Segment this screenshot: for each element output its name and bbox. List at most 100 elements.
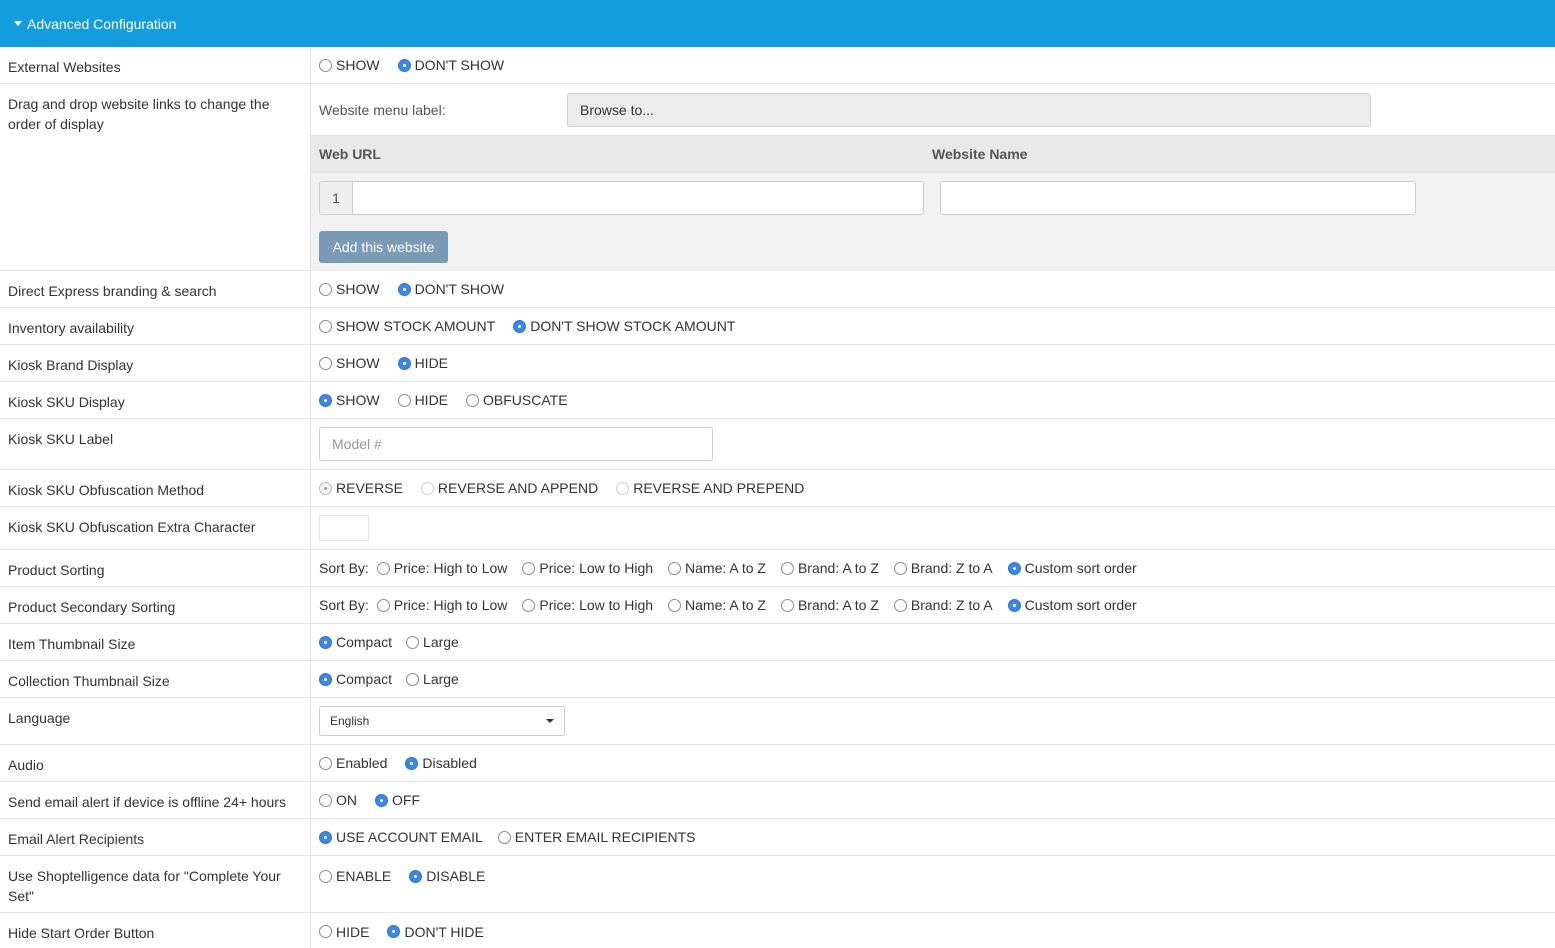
shoptelligence-enable[interactable]: ENABLE [319, 866, 391, 886]
sort-brand-a-z[interactable]: Brand: A to Z [780, 558, 879, 578]
offline-alert-off[interactable]: OFF [375, 790, 420, 810]
collection-thumb-compact[interactable]: Compact [319, 669, 392, 689]
sort-custom[interactable]: Custom sort order [1007, 558, 1137, 578]
row-label: Use Shoptelligence data for "Complete Yo… [0, 856, 311, 912]
option-label: Disabled [422, 755, 477, 771]
inventory-dont-show-stock[interactable]: DON'T SHOW STOCK AMOUNT [513, 316, 735, 336]
radio-icon [397, 282, 411, 296]
option-label: USE ACCOUNT EMAIL [336, 829, 483, 845]
radio-icon [319, 869, 332, 883]
option-label: REVERSE AND PREPEND [633, 480, 805, 496]
extra-character-input[interactable] [319, 515, 369, 541]
radio-icon [319, 793, 332, 807]
option-label: DISABLE [426, 868, 486, 884]
kiosk-sku-hide[interactable]: HIDE [397, 390, 448, 410]
collection-thumb-large[interactable]: Large [406, 669, 459, 689]
row-label: Kiosk SKU Obfuscation Extra Character [0, 507, 311, 549]
option-label: Price: Low to High [539, 597, 654, 613]
radio-icon [387, 925, 401, 938]
option-label: Large [423, 634, 459, 650]
row-label: Product Sorting [0, 550, 311, 586]
add-website-button[interactable]: Add this website [319, 231, 448, 263]
option-label: REVERSE [336, 480, 403, 496]
radio-icon [319, 481, 332, 495]
website-menu-label: Website menu label: [319, 101, 446, 118]
row-label: Send email alert if device is offline 24… [0, 782, 311, 818]
method-reverse[interactable]: REVERSE [319, 478, 403, 498]
row-product-secondary-sorting: Product Secondary Sorting Sort By: Price… [0, 587, 1555, 624]
radio-icon [319, 672, 332, 686]
radio-icon [319, 925, 332, 938]
sort-name-a-z[interactable]: Name: A to Z [668, 558, 766, 578]
option-label: Brand: A to Z [797, 597, 879, 613]
sort-price-low-high[interactable]: Price: Low to High [522, 558, 653, 578]
item-thumb-compact[interactable]: Compact [319, 632, 392, 652]
option-label: Price: Low to High [539, 560, 654, 576]
option-label: Compact [336, 634, 393, 650]
audio-disabled[interactable]: Disabled [405, 753, 477, 773]
external-websites-show[interactable]: SHOW [319, 55, 380, 75]
radio-icon [319, 58, 332, 72]
radio-icon [420, 481, 434, 495]
inventory-show-stock[interactable]: SHOW STOCK AMOUNT [319, 316, 495, 336]
browse-input[interactable]: Browse to... [567, 92, 1371, 127]
radio-icon [397, 58, 411, 72]
sort-price-high-low[interactable]: Price: High to Low [376, 558, 507, 578]
radio-icon [513, 319, 527, 333]
shoptelligence-disable[interactable]: DISABLE [409, 866, 485, 886]
use-account-email[interactable]: USE ACCOUNT EMAIL [319, 827, 483, 847]
row-kiosk-sku-display: Kiosk SKU Display SHOW HIDE OBFUSCATE [0, 382, 1555, 419]
radio-icon [319, 756, 332, 770]
option-label: Enabled [336, 755, 388, 771]
kiosk-sku-obfuscate[interactable]: OBFUSCATE [466, 390, 568, 410]
kiosk-brand-show[interactable]: SHOW [319, 353, 380, 373]
option-label: Brand: A to Z [797, 560, 879, 576]
option-label: SHOW [336, 281, 380, 297]
option-label: ON [336, 792, 357, 808]
radio-icon [780, 598, 794, 612]
row-email-recipients: Email Alert Recipients USE ACCOUNT EMAIL… [0, 819, 1555, 856]
method-reverse-append[interactable]: REVERSE AND APPEND [420, 478, 598, 498]
radio-icon [319, 282, 332, 296]
sku-label-input[interactable]: Model # [319, 427, 713, 461]
language-select[interactable]: English [319, 706, 565, 736]
item-thumb-large[interactable]: Large [406, 632, 459, 652]
option-label: DON'T HIDE [404, 923, 484, 940]
audio-enabled[interactable]: Enabled [319, 753, 387, 773]
sort2-brand-z-a[interactable]: Brand: Z to A [893, 595, 993, 615]
row-label: Kiosk SKU Obfuscation Method [0, 470, 311, 506]
method-reverse-prepend[interactable]: REVERSE AND PREPEND [616, 478, 804, 498]
kiosk-brand-hide[interactable]: HIDE [397, 353, 448, 373]
direct-express-dont-show[interactable]: DON'T SHOW [397, 279, 504, 299]
option-label: HIDE [336, 923, 370, 940]
sort-brand-z-a[interactable]: Brand: Z to A [893, 558, 993, 578]
sort-by-label: Sort By: [319, 597, 369, 613]
row-label: Email Alert Recipients [0, 819, 311, 855]
sort2-brand-a-z[interactable]: Brand: A to Z [780, 595, 879, 615]
section-header[interactable]: Advanced Configuration [0, 0, 1555, 47]
web-url-input[interactable] [353, 181, 924, 215]
offline-alert-on[interactable]: ON [319, 790, 357, 810]
option-label: Name: A to Z [685, 597, 766, 613]
language-selected: English [330, 714, 370, 728]
sort2-price-low-high[interactable]: Price: Low to High [522, 595, 653, 615]
kiosk-sku-show[interactable]: SHOW [319, 390, 380, 410]
radio-icon [893, 598, 907, 612]
radio-icon [522, 598, 536, 612]
sort2-name-a-z[interactable]: Name: A to Z [668, 595, 766, 615]
row-shoptelligence: Use Shoptelligence data for "Complete Yo… [0, 856, 1555, 913]
direct-express-show[interactable]: SHOW [319, 279, 380, 299]
sort2-price-high-low[interactable]: Price: High to Low [376, 595, 507, 615]
hide-start-dont-hide[interactable]: DON'T HIDE [387, 922, 484, 942]
hide-start-hide[interactable]: HIDE [319, 922, 369, 942]
settings-table: External Websites SHOW DON'T SHOW Drag a… [0, 47, 1555, 948]
radio-icon [409, 869, 423, 883]
radio-icon [375, 793, 388, 807]
external-websites-dont-show[interactable]: DON'T SHOW [397, 55, 504, 75]
sort2-custom[interactable]: Custom sort order [1007, 595, 1137, 615]
option-label: SHOW STOCK AMOUNT [336, 318, 496, 334]
radio-icon [397, 356, 411, 370]
website-name-input[interactable] [940, 181, 1416, 215]
row-collection-thumbnail: Collection Thumbnail Size Compact Large [0, 661, 1555, 698]
enter-email-recipients[interactable]: ENTER EMAIL RECIPIENTS [497, 827, 696, 847]
